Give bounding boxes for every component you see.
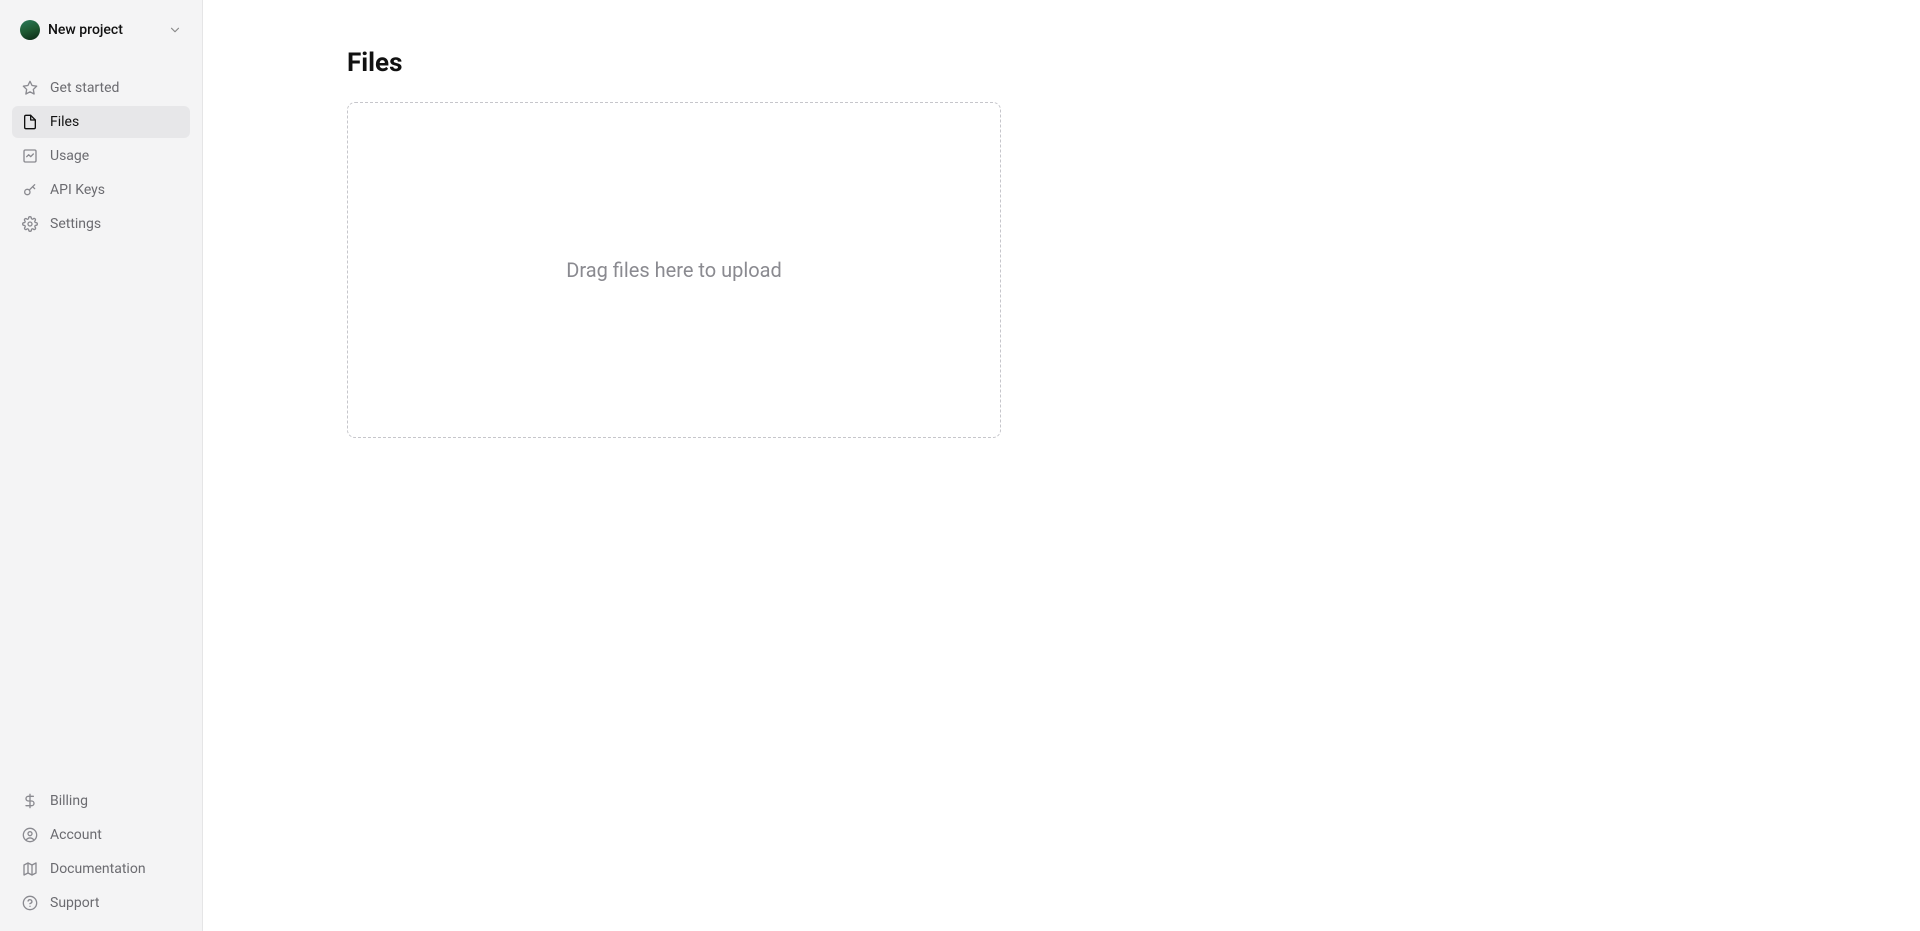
sidebar-item-label: Documentation — [50, 861, 146, 877]
sidebar-item-files[interactable]: Files — [12, 106, 190, 138]
sidebar: New project Get started Files Usage — [0, 0, 203, 931]
project-selector[interactable]: New project — [12, 12, 190, 48]
sidebar-item-settings[interactable]: Settings — [12, 208, 190, 240]
sidebar-item-label: Files — [50, 114, 79, 130]
sidebar-item-support[interactable]: Support — [12, 887, 190, 919]
sidebar-item-account[interactable]: Account — [12, 819, 190, 851]
page-title: Files — [347, 48, 1920, 78]
file-dropzone[interactable]: Drag files here to upload — [347, 102, 1001, 438]
sidebar-item-get-started[interactable]: Get started — [12, 72, 190, 104]
user-circle-icon — [22, 827, 38, 843]
map-icon — [22, 861, 38, 877]
sidebar-item-billing[interactable]: Billing — [12, 785, 190, 817]
sidebar-item-label: Settings — [50, 216, 101, 232]
sidebar-item-label: API Keys — [50, 182, 105, 198]
file-icon — [22, 114, 38, 130]
help-circle-icon — [22, 895, 38, 911]
sidebar-item-documentation[interactable]: Documentation — [12, 853, 190, 885]
sidebar-item-api-keys[interactable]: API Keys — [12, 174, 190, 206]
gear-icon — [22, 216, 38, 232]
project-name: New project — [48, 22, 160, 38]
chevron-down-icon — [168, 23, 182, 37]
sidebar-item-label: Usage — [50, 148, 89, 164]
sidebar-item-label: Billing — [50, 793, 88, 809]
sidebar-item-label: Get started — [50, 80, 119, 96]
star-icon — [22, 80, 38, 96]
sidebar-item-label: Support — [50, 895, 99, 911]
nav-list-footer: Billing Account Documentation Support — [12, 785, 190, 919]
sidebar-item-label: Account — [50, 827, 102, 843]
dollar-icon — [22, 793, 38, 809]
dropzone-text: Drag files here to upload — [566, 258, 782, 282]
nav-list-main: Get started Files Usage API Keys Setting… — [12, 72, 190, 240]
sidebar-item-usage[interactable]: Usage — [12, 140, 190, 172]
project-avatar-icon — [20, 20, 40, 40]
main-content: Files Drag files here to upload — [203, 0, 1920, 931]
key-icon — [22, 182, 38, 198]
activity-icon — [22, 148, 38, 164]
